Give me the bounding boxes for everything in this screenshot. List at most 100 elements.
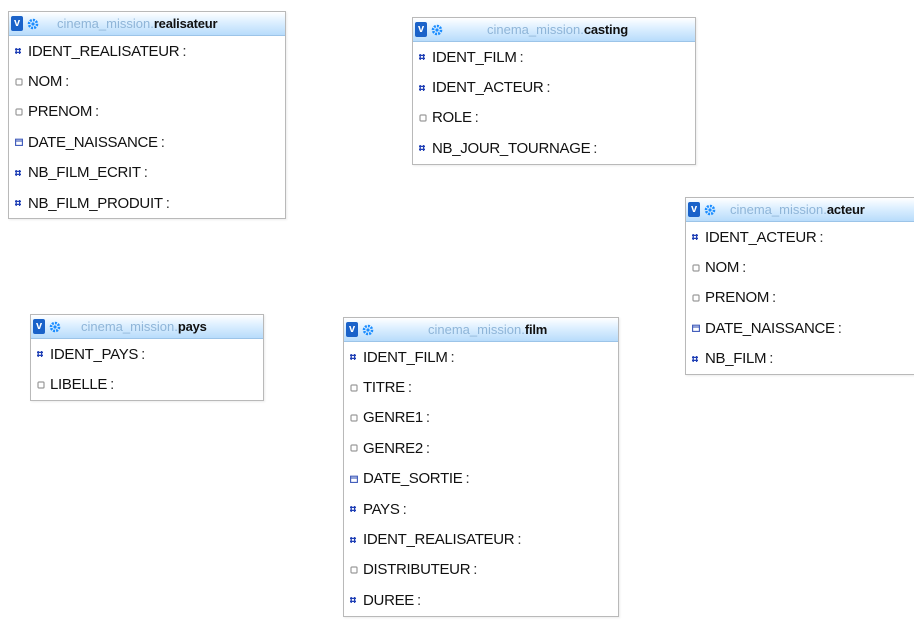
table-realisateur[interactable]: v cinema_mission.realisateur IDENT_REALI… — [8, 11, 286, 220]
gear-icon[interactable] — [362, 324, 374, 336]
collapse-toggle-icon[interactable]: v — [415, 22, 427, 37]
table-header[interactable]: v cinema_mission.realisateur — [9, 12, 285, 36]
column-separator: : — [473, 561, 478, 579]
database-name: cinema_mission — [57, 16, 151, 31]
text-type-icon — [692, 294, 700, 302]
table-film[interactable]: v cinema_mission.film IDENT_FILM: TITRE:… — [343, 317, 619, 617]
table-name: casting — [583, 22, 628, 37]
column-separator: : — [402, 500, 407, 518]
column-row[interactable]: NOM: — [686, 252, 914, 282]
column-row[interactable]: IDENT_FILM: — [413, 42, 695, 72]
column-name: IDENT_REALISATEUR — [28, 42, 180, 60]
column-name: GENRE1 — [363, 409, 423, 427]
column-row[interactable]: TITRE: — [344, 372, 618, 402]
numeric-type-icon — [350, 354, 356, 361]
table-title[interactable]: cinema_mission.pays — [81, 319, 207, 334]
column-name: NB_FILM_PRODUIT — [28, 194, 163, 212]
column-list: IDENT_FILM: TITRE: GENRE1: GENRE2: DATE_… — [344, 342, 618, 616]
column-row[interactable]: NOM: — [9, 66, 285, 96]
column-name: LIBELLE — [50, 376, 108, 394]
column-list: IDENT_ACTEUR: NOM: PRENOM: DATE_NAISSANC… — [686, 222, 914, 374]
column-row[interactable]: LIBELLE: — [31, 369, 263, 399]
column-row[interactable]: DATE_SORTIE: — [344, 464, 618, 494]
column-name: IDENT_ACTEUR — [705, 228, 817, 246]
numeric-type-icon — [350, 597, 356, 604]
numeric-type-icon — [350, 536, 356, 543]
column-row[interactable]: GENRE2: — [344, 433, 618, 463]
collapse-toggle-icon[interactable]: v — [688, 202, 700, 217]
table-header[interactable]: v cinema_mission.film — [344, 318, 618, 342]
table-name: acteur — [826, 202, 865, 217]
column-name: NB_FILM_ECRIT — [28, 164, 141, 182]
column-separator: : — [450, 348, 455, 366]
table-name: film — [524, 322, 548, 337]
column-row[interactable]: IDENT_REALISATEUR: — [9, 36, 285, 66]
column-name: GENRE2 — [363, 439, 423, 457]
table-title[interactable]: cinema_mission.casting — [487, 22, 628, 37]
gear-icon[interactable] — [49, 321, 61, 333]
text-type-icon — [37, 380, 45, 389]
column-name: IDENT_FILM — [432, 48, 517, 66]
column-row[interactable]: IDENT_PAYS: — [31, 339, 263, 369]
column-separator: : — [425, 439, 430, 457]
column-name: DATE_SORTIE — [363, 470, 463, 488]
date-type-icon — [692, 325, 700, 333]
table-header[interactable]: v cinema_mission.casting — [413, 18, 695, 42]
numeric-type-icon — [15, 200, 21, 207]
column-name: DUREE — [363, 591, 415, 609]
column-separator: : — [772, 289, 776, 307]
column-name: IDENT_REALISATEUR — [363, 531, 515, 549]
gear-icon[interactable] — [431, 24, 443, 36]
column-row[interactable]: DUREE: — [344, 585, 618, 615]
table-title[interactable]: cinema_mission.film — [428, 322, 547, 337]
text-type-icon — [419, 114, 427, 122]
column-row[interactable]: DISTRIBUTEUR: — [344, 555, 618, 585]
numeric-type-icon — [419, 84, 425, 91]
date-type-icon — [15, 139, 23, 147]
column-name: PRENOM — [705, 289, 770, 307]
column-row[interactable]: PRENOM: — [686, 283, 914, 313]
column-row[interactable]: ROLE: — [413, 103, 695, 133]
text-type-icon — [350, 383, 358, 392]
column-row[interactable]: IDENT_REALISATEUR: — [344, 524, 618, 554]
column-row[interactable]: DATE_NAISSANCE: — [686, 313, 914, 343]
column-separator: : — [519, 48, 524, 66]
text-type-icon — [350, 566, 358, 574]
column-row[interactable]: GENRE1: — [344, 403, 618, 433]
column-separator: : — [407, 379, 412, 397]
collapse-toggle-icon[interactable]: v — [33, 319, 45, 334]
column-row[interactable]: NB_JOUR_TOURNAGE: — [413, 133, 695, 163]
column-row[interactable]: NB_FILM_PRODUIT: — [9, 188, 285, 218]
numeric-type-icon — [692, 355, 698, 362]
column-row[interactable]: NB_FILM_ECRIT: — [9, 158, 285, 188]
column-separator: : — [143, 164, 148, 182]
column-separator: : — [742, 259, 746, 277]
table-header[interactable]: v cinema_mission.acteur — [686, 198, 914, 222]
column-separator: : — [95, 103, 99, 121]
column-name: NOM — [28, 73, 63, 91]
column-separator: : — [65, 73, 69, 91]
column-row[interactable]: IDENT_FILM: — [344, 342, 618, 372]
gear-icon[interactable] — [704, 204, 716, 216]
column-row[interactable]: DATE_NAISSANCE: — [9, 127, 285, 157]
table-header[interactable]: v cinema_mission.pays — [31, 315, 263, 339]
column-name: NB_JOUR_TOURNAGE — [432, 139, 591, 157]
column-row[interactable]: IDENT_ACTEUR: — [686, 222, 914, 252]
column-list: IDENT_REALISATEUR: NOM: PRENOM: DATE_NAI… — [9, 36, 285, 218]
column-row[interactable]: PAYS: — [344, 494, 618, 524]
collapse-toggle-icon[interactable]: v — [346, 322, 358, 337]
column-separator: : — [474, 109, 479, 127]
column-row[interactable]: NB_FILM: — [686, 344, 914, 374]
gear-icon[interactable] — [27, 18, 39, 30]
text-type-icon — [15, 77, 23, 86]
column-name: DATE_NAISSANCE — [28, 133, 158, 151]
table-title[interactable]: cinema_mission.acteur — [730, 202, 865, 217]
table-pays[interactable]: v cinema_mission.pays IDENT_PAYS: LIBELL… — [30, 314, 264, 401]
column-row[interactable]: IDENT_ACTEUR: — [413, 72, 695, 102]
column-separator: : — [769, 350, 774, 368]
column-row[interactable]: PRENOM: — [9, 97, 285, 127]
table-acteur[interactable]: v cinema_mission.acteur IDENT_ACTEUR: NO… — [685, 197, 914, 375]
table-title[interactable]: cinema_mission.realisateur — [57, 16, 218, 31]
table-casting[interactable]: v cinema_mission.casting IDENT_FILM: IDE… — [412, 17, 696, 165]
collapse-toggle-icon[interactable]: v — [11, 16, 23, 31]
